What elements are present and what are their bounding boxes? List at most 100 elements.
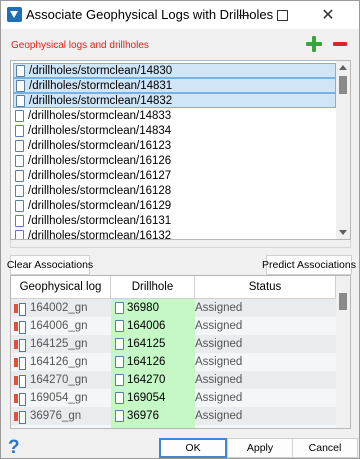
- scroll-thumb[interactable]: [339, 76, 347, 94]
- associations-table: Geophysical log Drillhole Status 164002_…: [10, 275, 351, 429]
- drillhole-cell[interactable]: 5345: [111, 425, 195, 429]
- geophysical-log-icon: [14, 302, 26, 316]
- list-item[interactable]: /drillholes/stormclean/16126: [13, 153, 336, 168]
- list-item[interactable]: /drillholes/stormclean/14830: [13, 63, 336, 78]
- drillhole-cell[interactable]: 164006: [111, 317, 195, 335]
- table-row[interactable]: 36976_gn 36976 Assigned: [11, 407, 336, 425]
- drillhole-name: 36976: [127, 410, 159, 422]
- list-horizontal-scrollbar[interactable]: [10, 240, 351, 248]
- drillhole-name: 164270: [127, 374, 166, 386]
- status-cell: Assigned: [195, 338, 243, 350]
- log-name: 164126_gn: [30, 356, 88, 368]
- drillhole-name: 36980: [127, 302, 159, 314]
- log-cell: 164125_gn: [11, 335, 111, 353]
- drillhole-icon: [115, 392, 124, 404]
- list-item[interactable]: /drillholes/stormclean/14833: [13, 108, 336, 123]
- table-header: Geophysical log Drillhole Status: [11, 276, 336, 299]
- list-item[interactable]: /drillholes/stormclean/14831: [13, 78, 336, 93]
- drillhole-icon: [115, 338, 124, 350]
- list-item[interactable]: /drillholes/stormclean/14832: [13, 93, 336, 108]
- log-name: 164006_gn: [30, 320, 88, 332]
- drillhole-cell[interactable]: 36980: [111, 299, 195, 317]
- table-row[interactable]: 164006_gn 164006 Assigned: [11, 317, 336, 335]
- section-title: Geophysical logs and drillholes: [11, 40, 149, 51]
- drillhole-label: /drillholes/stormclean/16128: [28, 184, 172, 197]
- drillhole-icon: [15, 199, 24, 212]
- maximize-icon[interactable]: [265, 1, 299, 29]
- list-item[interactable]: /drillholes/stormclean/16128: [13, 183, 336, 198]
- drillhole-name: 164126: [127, 356, 166, 368]
- status-cell: Assigned: [195, 410, 243, 422]
- drillhole-icon: [15, 229, 24, 239]
- drillhole-list[interactable]: /drillholes/stormclean/14830/drillholes/…: [10, 60, 351, 240]
- table-row[interactable]: 164126_gn 164126 Assigned: [11, 353, 336, 371]
- list-item[interactable]: /drillholes/stormclean/16123: [13, 138, 336, 153]
- geophysical-log-icon: [14, 374, 26, 388]
- list-scrollbar[interactable]: [336, 61, 350, 239]
- drillhole-label: /drillholes/stormclean/16131: [28, 214, 172, 227]
- drillhole-icon: [15, 124, 24, 137]
- column-header-drillhole[interactable]: Drillhole: [111, 276, 195, 298]
- drillhole-icon: [115, 428, 124, 429]
- geophysical-log-icon: [14, 429, 26, 430]
- drillhole-name: 164006: [127, 320, 166, 332]
- log-name: 164270_gn: [30, 374, 88, 386]
- close-icon[interactable]: ✕: [311, 1, 345, 29]
- log-name: 164125_gn: [30, 338, 88, 350]
- drillhole-label: /drillholes/stormclean/14830: [29, 64, 173, 77]
- dialog-window: Associate Geophysical Logs with Drillhol…: [0, 0, 360, 459]
- drillhole-icon: [15, 184, 24, 197]
- scroll-up-icon[interactable]: [339, 65, 347, 70]
- plus-icon[interactable]: [306, 36, 322, 52]
- drillhole-icon: [115, 320, 124, 332]
- drillhole-label: /drillholes/stormclean/14832: [29, 94, 173, 107]
- list-item[interactable]: /drillholes/stormclean/16131: [13, 213, 336, 228]
- drillhole-cell[interactable]: 164270: [111, 371, 195, 389]
- list-item[interactable]: /drillholes/stormclean/14834: [13, 123, 336, 138]
- drillhole-label: /drillholes/stormclean/16127: [28, 169, 172, 182]
- table-row[interactable]: 36980_gn 5345: [11, 425, 336, 430]
- table-row[interactable]: 164270_gn 164270 Assigned: [11, 371, 336, 389]
- predict-associations-button[interactable]: Predict Associations: [262, 255, 356, 275]
- log-cell: 164270_gn: [11, 371, 111, 389]
- apply-button[interactable]: Apply: [227, 438, 293, 458]
- table-scrollbar[interactable]: [336, 276, 350, 428]
- table-row[interactable]: 164002_gn 36980 Assigned: [11, 299, 336, 317]
- drillhole-cell[interactable]: 164126: [111, 353, 195, 371]
- geophysical-log-icon: [14, 356, 26, 370]
- column-header-geophysical-log[interactable]: Geophysical log: [11, 276, 111, 298]
- list-item[interactable]: /drillholes/stormclean/16129: [13, 198, 336, 213]
- geophysical-log-icon: [14, 338, 26, 352]
- clear-associations-button[interactable]: Clear Associations: [7, 255, 93, 275]
- list-item[interactable]: /drillholes/stormclean/16132: [13, 228, 336, 239]
- status-cell: Assigned: [195, 356, 243, 368]
- log-cell: 36976_gn: [11, 407, 111, 425]
- drillhole-icon: [15, 139, 24, 152]
- table-row[interactable]: 169054_gn 169054 Assigned: [11, 389, 336, 407]
- scroll-down-icon[interactable]: [339, 230, 347, 235]
- drillhole-cell[interactable]: 169054: [111, 389, 195, 407]
- minus-icon[interactable]: [333, 42, 347, 46]
- status-cell: Assigned: [195, 302, 243, 314]
- status-cell: Assigned: [195, 374, 243, 386]
- table-row[interactable]: 164125_gn 164125 Assigned: [11, 335, 336, 353]
- drillhole-icon: [16, 64, 25, 77]
- cancel-button[interactable]: Cancel: [292, 438, 358, 458]
- drillhole-icon: [115, 374, 124, 386]
- drillhole-icon: [15, 154, 24, 167]
- drillhole-label: /drillholes/stormclean/16123: [28, 139, 172, 152]
- minimize-icon[interactable]: [227, 1, 261, 29]
- list-item[interactable]: /drillholes/stormclean/16127: [13, 168, 336, 183]
- drillhole-label: /drillholes/stormclean/16126: [28, 154, 172, 167]
- ok-button[interactable]: OK: [159, 438, 227, 458]
- log-cell: 36980_gn: [11, 425, 111, 430]
- status-cell: [195, 425, 336, 428]
- drillhole-cell[interactable]: 164125: [111, 335, 195, 353]
- drillhole-cell[interactable]: 36976: [111, 407, 195, 425]
- drillhole-icon: [16, 94, 25, 107]
- table-scroll-thumb[interactable]: [339, 293, 347, 310]
- log-cell: 164002_gn: [11, 299, 111, 317]
- log-cell: 164126_gn: [11, 353, 111, 371]
- help-icon[interactable]: ?: [8, 437, 20, 459]
- column-header-status[interactable]: Status: [195, 276, 336, 298]
